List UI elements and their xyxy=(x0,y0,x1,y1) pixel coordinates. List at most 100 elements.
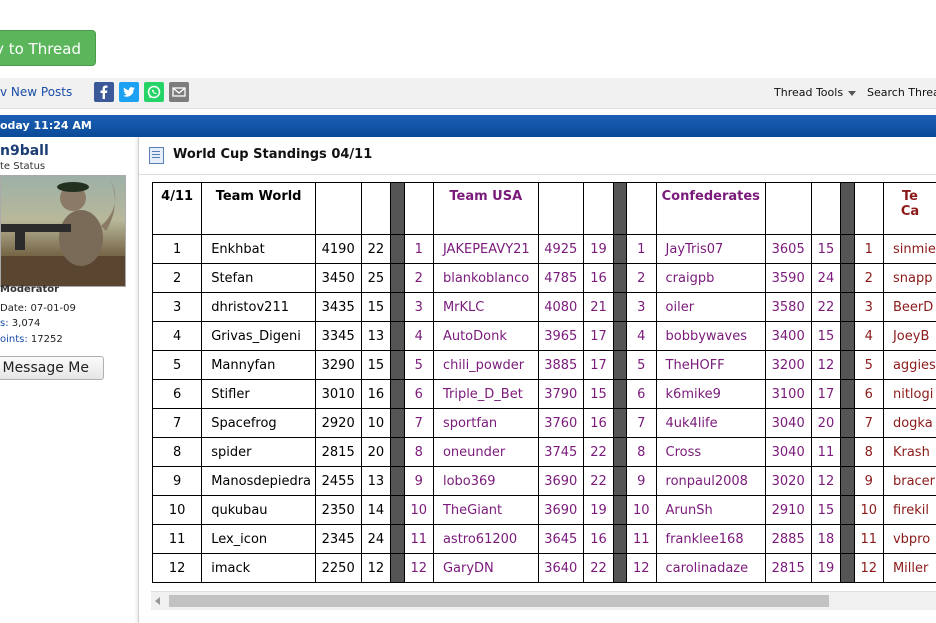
scroll-left-arrow-icon[interactable] xyxy=(155,597,160,605)
cell-separator xyxy=(840,292,855,322)
reply-to-thread-button[interactable]: ply to Thread xyxy=(0,30,96,66)
cell-separator xyxy=(840,234,855,264)
cell-usa-player[interactable]: GaryDN xyxy=(432,553,539,583)
cell-conf-player[interactable]: TheHOFF xyxy=(655,350,767,380)
cell-world-score: 3435 xyxy=(315,292,362,322)
cell-conf-player[interactable]: franklee168 xyxy=(655,524,767,554)
cell-conf-count: 24 xyxy=(810,263,842,293)
cell-world-count: 22 xyxy=(360,234,392,264)
cell-usa-count: 21 xyxy=(583,292,614,322)
cell-fourth-player[interactable]: Miller xyxy=(882,553,936,583)
cell-conf-score: 3580 xyxy=(765,292,812,322)
cell-fourth-rank: 7 xyxy=(853,408,884,438)
user-status: te Status xyxy=(0,161,46,172)
cell-world-player: Spacefrog xyxy=(201,408,316,438)
cell-usa-player[interactable]: oneunder xyxy=(432,437,539,467)
cell-conf-player[interactable]: ronpaul2008 xyxy=(655,466,767,496)
cell-fourth-player[interactable]: snapp xyxy=(882,263,936,293)
cell-usa-player[interactable]: chili_powder xyxy=(432,350,539,380)
cell-usa-player[interactable]: TheGiant xyxy=(432,495,539,525)
username-link[interactable]: n9ball xyxy=(0,143,49,159)
scrollbar-thumb[interactable] xyxy=(169,595,829,607)
cell-usa-rank: 7 xyxy=(403,408,434,438)
email-share-icon[interactable] xyxy=(169,82,189,102)
search-thread-menu[interactable]: Search Threa xyxy=(867,86,936,99)
message-me-button[interactable]: Message Me xyxy=(0,356,104,380)
cell-fourth-player[interactable]: vbpro xyxy=(882,524,936,554)
posts-label[interactable]: s: xyxy=(0,318,9,329)
cell-conf-player[interactable]: k6mike9 xyxy=(655,379,767,409)
cell-fourth-player[interactable]: aggies xyxy=(882,350,936,380)
cell-conf-rank: 9 xyxy=(626,466,657,496)
cell-usa-player[interactable]: AutoDonk xyxy=(432,321,539,351)
cell-conf-player[interactable]: 4uk4life xyxy=(655,408,767,438)
header-date: 4/11 xyxy=(151,182,203,235)
cell-usa-player[interactable]: lobo369 xyxy=(432,466,539,496)
cell-world-player: Enkhbat xyxy=(201,234,316,264)
cell-usa-player[interactable]: sportfan xyxy=(432,408,539,438)
post-timestamp: oday 11:24 AM xyxy=(0,119,92,132)
cell-conf-score: 2885 xyxy=(765,524,812,554)
facebook-share-icon[interactable] xyxy=(94,82,114,102)
cell-conf-count: 20 xyxy=(810,408,842,438)
cell-usa-player[interactable]: JAKEPEAVY21 xyxy=(432,234,539,264)
cell-conf-rank: 5 xyxy=(626,350,657,380)
cell-usa-player[interactable]: MrKLC xyxy=(432,292,539,322)
cell-conf-player[interactable]: carolinadaze xyxy=(655,553,767,583)
cell-usa-rank: 3 xyxy=(403,292,434,322)
cell-conf-player[interactable]: oiler xyxy=(655,292,767,322)
cell-world-count: 24 xyxy=(360,524,392,554)
cell-conf-player[interactable]: bobbywaves xyxy=(655,321,767,351)
avatar[interactable] xyxy=(0,175,126,287)
table-row: 1 Enkhbat 4190 22 1 JAKEPEAVY21 4925 19 1 JayTris… xyxy=(151,234,936,264)
cell-fourth-rank: 11 xyxy=(853,524,884,554)
twitter-share-icon[interactable] xyxy=(119,82,139,102)
cell-world-player: qukubau xyxy=(201,495,316,525)
whatsapp-share-icon[interactable] xyxy=(144,82,164,102)
cell-conf-rank: 2 xyxy=(626,263,657,293)
standings-body: 1 Enkhbat 4190 22 1 JAKEPEAVY21 4925 19 1 JayTris… xyxy=(151,234,936,583)
cell-conf-score: 3100 xyxy=(765,379,812,409)
cell-usa-score: 3690 xyxy=(537,466,585,496)
cell-fourth-player[interactable]: sinmie xyxy=(882,234,936,264)
cell-separator xyxy=(612,321,628,351)
cell-conf-rank: 3 xyxy=(626,292,657,322)
cell-fourth-player[interactable]: BeerD xyxy=(882,292,936,322)
cell-fourth-player[interactable]: bracer xyxy=(882,466,936,496)
cell-conf-player[interactable]: craigpb xyxy=(655,263,767,293)
cell-usa-count: 17 xyxy=(583,321,614,351)
header-blank xyxy=(810,182,842,235)
cell-usa-player[interactable]: Triple_D_Bet xyxy=(432,379,539,409)
cell-conf-rank: 7 xyxy=(626,408,657,438)
cell-fourth-player[interactable]: JoeyB xyxy=(882,321,936,351)
cell-fourth-player[interactable]: nitlogi xyxy=(882,379,936,409)
cell-separator xyxy=(840,524,855,554)
cell-usa-count: 16 xyxy=(583,263,614,293)
cell-separator xyxy=(612,524,628,554)
cell-world-count: 14 xyxy=(360,495,392,525)
header-confederates: Confederates xyxy=(655,182,767,235)
thread-tools-menu[interactable]: Thread Tools xyxy=(774,86,857,99)
cell-usa-player[interactable]: astro61200 xyxy=(432,524,539,554)
horizontal-scrollbar[interactable] xyxy=(151,591,936,610)
cell-conf-player[interactable]: Cross xyxy=(655,437,767,467)
cell-fourth-player[interactable]: Krash xyxy=(882,437,936,467)
join-date: Date: 07-01-09 xyxy=(0,303,76,314)
cell-usa-player[interactable]: blankoblanco xyxy=(432,263,539,293)
cell-fourth-player[interactable]: dogka xyxy=(882,408,936,438)
cell-fourth-player[interactable]: firekil xyxy=(882,495,936,525)
view-new-posts-link[interactable]: v New Posts xyxy=(0,85,72,99)
cell-conf-count: 15 xyxy=(810,321,842,351)
cell-conf-player[interactable]: ArunSh xyxy=(655,495,767,525)
cell-world-player: Grivas_Digeni xyxy=(201,321,316,351)
header-blank xyxy=(315,182,362,235)
cell-rank: 4 xyxy=(151,321,203,351)
points-label[interactable]: oints: xyxy=(0,334,28,345)
cell-fourth-rank: 5 xyxy=(853,350,884,380)
cell-rank: 9 xyxy=(151,466,203,496)
cell-rank: 10 xyxy=(151,495,203,525)
cell-conf-player[interactable]: JayTris07 xyxy=(655,234,767,264)
cell-conf-count: 19 xyxy=(810,553,842,583)
cell-world-score: 3450 xyxy=(315,263,362,293)
cell-usa-count: 15 xyxy=(583,379,614,409)
